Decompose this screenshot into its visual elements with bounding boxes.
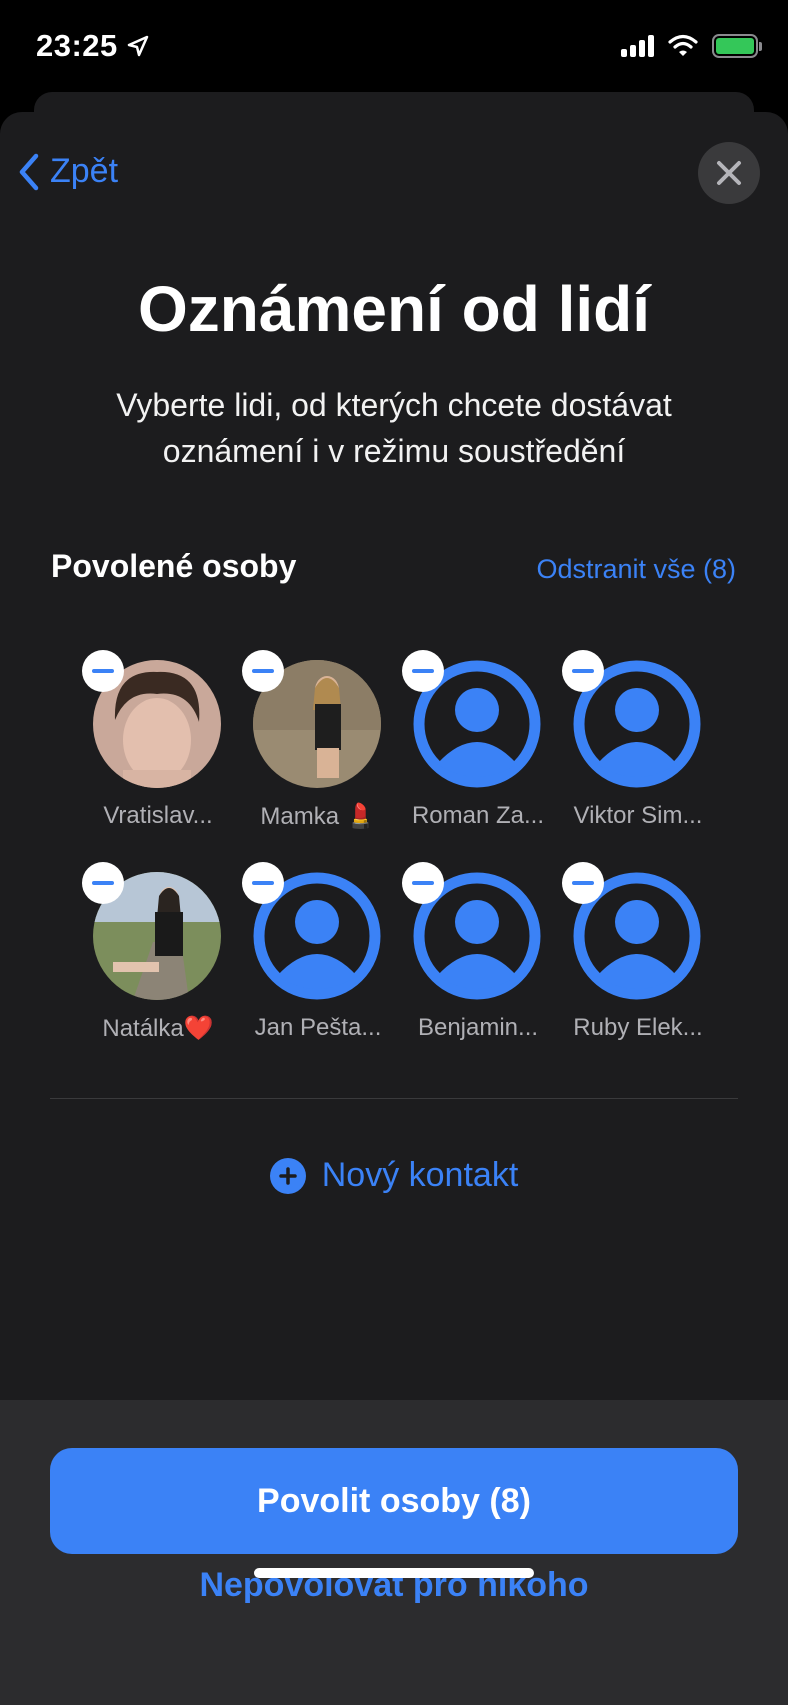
remove-person-button[interactable] — [242, 862, 284, 904]
close-button[interactable] — [698, 142, 760, 204]
person-name: Vratislav... — [103, 802, 213, 829]
person-name: Viktor Sim... — [573, 802, 703, 829]
page-title: Oznámení od lidí — [137, 273, 651, 345]
plus-circle-icon — [269, 1157, 306, 1194]
home-indicator[interactable] — [254, 1568, 534, 1578]
person-name: Natálka❤️ — [102, 1015, 214, 1042]
remove-person-button[interactable] — [242, 650, 284, 692]
allow-people-button[interactable]: Povolit osoby (8) — [50, 1448, 738, 1554]
close-icon — [717, 161, 741, 185]
person-name: Benjamin... — [417, 1014, 539, 1041]
location-arrow-icon — [127, 35, 149, 57]
remove-all-button[interactable]: Odstranit vše (8) — [536, 554, 736, 585]
person-name: Ruby Elek... — [573, 1014, 703, 1041]
status-time: 23:25 — [36, 28, 150, 64]
footer: Povolit osoby (8) Nepovolovat pro nikoho — [0, 1400, 788, 1705]
status-icons — [621, 34, 762, 58]
status-time-label: 23:25 — [36, 28, 118, 63]
divider — [50, 1098, 738, 1099]
new-contact-label: Nový kontakt — [321, 1156, 519, 1194]
person-name: Roman Za... — [411, 802, 545, 829]
remove-person-button[interactable] — [562, 650, 604, 692]
back-button[interactable]: Zpět — [18, 152, 118, 191]
status-bar: 23:25 — [0, 0, 788, 100]
wifi-icon — [668, 34, 698, 56]
person-name: Mamka 💄 — [260, 803, 376, 830]
page-subtitle: Vyberte lidi, od kterých chcete dostávat… — [116, 387, 672, 469]
new-contact-button[interactable]: Nový kontakt — [0, 1156, 788, 1195]
person-name: Jan Pešta... — [254, 1014, 382, 1041]
remove-person-button[interactable] — [402, 862, 444, 904]
remove-person-button[interactable] — [82, 862, 124, 904]
back-label: Zpět — [50, 152, 119, 190]
focus-people-sheet: Zpět Oznámení od lidí Vyberte lidi, od k… — [0, 112, 788, 1705]
remove-person-button[interactable] — [82, 650, 124, 692]
remove-person-button[interactable] — [562, 862, 604, 904]
chevron-left-icon — [19, 153, 39, 190]
allowed-people-label: Povolené osoby — [51, 548, 297, 584]
battery-charging-icon — [712, 34, 762, 58]
cellular-signal-icon — [621, 35, 654, 57]
remove-person-button[interactable] — [402, 650, 444, 692]
